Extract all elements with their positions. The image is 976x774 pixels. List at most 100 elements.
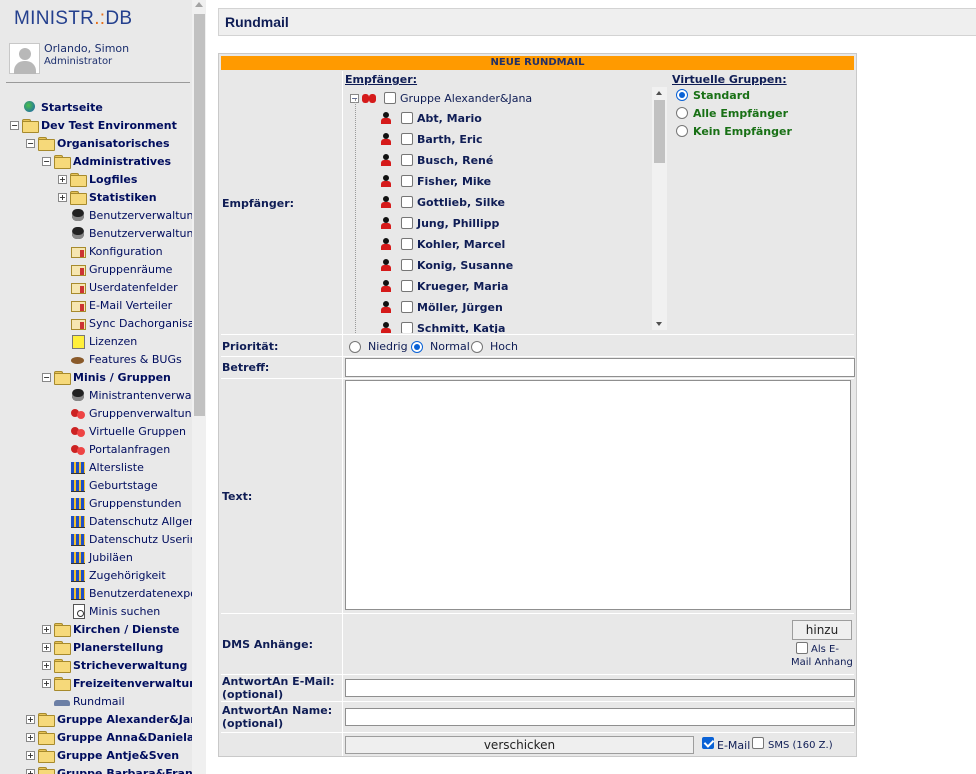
tree-item[interactable]: + Kirchen / Dienste [42, 620, 180, 638]
tree-item[interactable]: Sync Dachorganisati [58, 314, 202, 332]
collapse-icon[interactable]: − [10, 120, 19, 130]
tree-item[interactable]: Konfiguration [58, 242, 163, 260]
tree-item[interactable]: Datenschutz Userinfo [58, 530, 206, 548]
expand-icon[interactable]: + [42, 642, 51, 652]
expand-icon[interactable]: + [26, 714, 35, 724]
radio-button[interactable] [676, 125, 688, 137]
tree-item[interactable]: Rundmail [42, 692, 125, 710]
virtual-group-option[interactable]: Kein Empfänger [676, 123, 792, 139]
tree-item[interactable]: Virtuelle Gruppen [58, 422, 186, 440]
tree-item[interactable]: + Gruppe Barbara&Franzi [26, 764, 203, 774]
tree-item[interactable]: − Organisatorisches [26, 134, 170, 152]
recipient-row[interactable]: Möller, Jürgen [379, 298, 503, 316]
tree-item[interactable]: + Statistiken [58, 188, 157, 206]
recipient-checkbox[interactable] [401, 301, 413, 313]
tree-item[interactable]: Geburtstage [58, 476, 158, 494]
recipient-checkbox[interactable] [401, 280, 413, 292]
tree-item[interactable]: + Gruppe Antje&Sven [26, 746, 179, 764]
tree-item[interactable]: − Dev Test Environment [10, 116, 177, 134]
tree-item[interactable]: Datenschutz Allgeme [58, 512, 206, 530]
attach-as-email-checkbox[interactable] [796, 642, 808, 654]
collapse-icon[interactable]: − [26, 138, 35, 148]
tree-item[interactable]: Portalanfragen [58, 440, 170, 458]
recipient-checkbox[interactable] [401, 112, 413, 124]
tree-item[interactable]: + Gruppe Alexander&Jana [26, 710, 206, 728]
expand-icon[interactable]: + [58, 174, 67, 184]
expand-icon[interactable]: + [42, 624, 51, 634]
tree-item[interactable]: Lizenzen [58, 332, 137, 350]
expand-icon[interactable]: + [58, 192, 67, 202]
scroll-down-arrow-icon[interactable] [656, 322, 662, 326]
radio-button[interactable] [411, 340, 423, 353]
priority-option[interactable]: Normal [411, 340, 470, 353]
reply-email-input[interactable] [345, 679, 855, 697]
recipient-row[interactable]: Abt, Mario [379, 109, 482, 127]
recipient-checkbox[interactable] [401, 322, 413, 333]
expand-icon[interactable]: + [42, 660, 51, 670]
tree-item[interactable]: + Freizeitenverwaltung [42, 674, 205, 692]
radio-button[interactable] [471, 340, 483, 353]
expand-icon[interactable]: + [26, 768, 35, 774]
tree-item[interactable]: + Planerstellung [42, 638, 163, 656]
radio-button[interactable] [349, 340, 361, 353]
radio-button[interactable] [676, 89, 688, 101]
add-attachment-button[interactable]: hinzu [792, 620, 852, 640]
recipient-checkbox[interactable] [401, 175, 413, 187]
recipient-checkbox[interactable] [401, 259, 413, 271]
recipient-row[interactable]: Kohler, Marcel [379, 235, 505, 253]
subject-input[interactable] [345, 358, 855, 377]
recipient-checkbox[interactable] [401, 133, 413, 145]
tree-item[interactable]: Altersliste [58, 458, 144, 476]
priority-option[interactable]: Niedrig [349, 340, 408, 353]
recipient-row[interactable]: Jung, Phillipp [379, 214, 499, 232]
tree-item[interactable]: Benutzerverwaltung [58, 224, 200, 242]
recipient-checkbox[interactable] [401, 154, 413, 166]
recipient-checkbox[interactable] [401, 238, 413, 250]
tree-item[interactable]: Zugehörigkeit [58, 566, 166, 584]
recipient-row[interactable]: Gottlieb, Silke [379, 193, 505, 211]
virtual-group-option[interactable]: Alle Empfänger [676, 105, 788, 121]
message-textarea[interactable] [345, 380, 851, 610]
recipient-row[interactable]: Krueger, Maria [379, 277, 508, 295]
priority-option[interactable]: Hoch [471, 340, 518, 353]
tree-item[interactable]: − Minis / Gruppen [42, 368, 171, 386]
reply-name-input[interactable] [345, 708, 855, 726]
group-row[interactable]: − Gruppe Alexander&Jana [350, 89, 532, 107]
scroll-up-arrow-icon[interactable] [195, 2, 203, 7]
tree-item[interactable]: Jubiläen [58, 548, 133, 566]
virtual-group-option[interactable]: Standard [676, 87, 750, 103]
tree-item[interactable]: + Logfiles [58, 170, 137, 188]
tree-item[interactable]: Benutzerdatenexport [58, 584, 206, 602]
recipient-row[interactable]: Fisher, Mike [379, 172, 491, 190]
scroll-up-arrow-icon[interactable] [656, 91, 662, 95]
expand-icon[interactable]: + [26, 750, 35, 760]
recipient-list-scrollbar[interactable] [652, 87, 667, 330]
tree-item[interactable]: Userdatenfelder [58, 278, 178, 296]
tree-item[interactable]: Gruppenstunden [58, 494, 181, 512]
send-button[interactable]: verschicken [345, 736, 694, 754]
radio-button[interactable] [676, 107, 688, 119]
app-logo[interactable]: MINISTR.:DB [14, 8, 132, 30]
group-checkbox[interactable] [384, 92, 396, 104]
tree-item[interactable]: E-Mail Verteiler [58, 296, 172, 314]
recipient-row[interactable]: Busch, René [379, 151, 493, 169]
tree-item[interactable]: Ministrantenverwaltu [58, 386, 206, 404]
collapse-icon[interactable]: − [42, 372, 51, 382]
collapse-icon[interactable]: − [42, 156, 51, 166]
tree-item[interactable]: Benutzerverwaltung [58, 206, 200, 224]
tree-item[interactable]: + Stricheverwaltung [42, 656, 187, 674]
tree-item[interactable]: + Gruppe Anna&Daniela [26, 728, 194, 746]
recipient-row[interactable]: Konig, Susanne [379, 256, 513, 274]
tree-item[interactable]: Features & BUGs [58, 350, 182, 368]
send-sms-checkbox[interactable] [752, 737, 764, 749]
expand-icon[interactable]: + [42, 678, 51, 688]
tree-item[interactable]: Gruppenräume [58, 260, 172, 278]
recipient-checkbox[interactable] [401, 217, 413, 229]
expand-icon[interactable]: + [26, 732, 35, 742]
tree-item[interactable]: − Administratives [42, 152, 171, 170]
sidebar-scroll-thumb[interactable] [194, 14, 205, 416]
tree-item[interactable]: Minis suchen [58, 602, 160, 620]
tree-item[interactable]: Startseite [12, 98, 103, 116]
recipient-row[interactable]: Schmitt, Katja [379, 319, 505, 333]
recipient-checkbox[interactable] [401, 196, 413, 208]
